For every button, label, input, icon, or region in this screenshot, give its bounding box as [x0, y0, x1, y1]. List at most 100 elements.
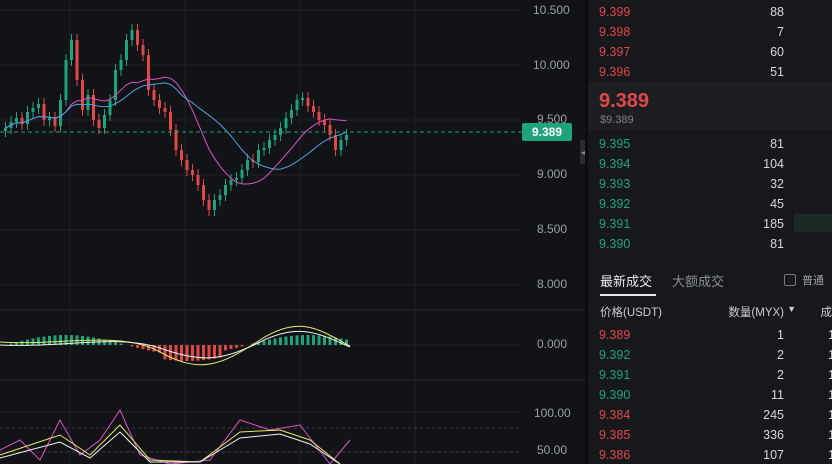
- trade-row: 9.392 2 1: [588, 345, 832, 365]
- macd-bar: [235, 345, 238, 348]
- current-price-tag: 9.389: [522, 123, 572, 141]
- kdj-axis-label: 100.00: [534, 406, 571, 420]
- trade-row: 9.391 2 1: [588, 365, 832, 385]
- macd-axis-label: 0.000: [537, 337, 568, 351]
- macd-bar: [306, 335, 310, 345]
- candle-body: [306, 98, 310, 106]
- bid-price: 9.391: [599, 217, 631, 231]
- trade-qty: 245: [763, 408, 784, 422]
- candle-body: [158, 100, 161, 108]
- candle-body: [48, 118, 51, 120]
- candle-body: [229, 180, 233, 185]
- tab-large-trades[interactable]: 大额成交: [672, 271, 724, 290]
- candle-body: [4, 128, 7, 131]
- trade-price: 9.384: [599, 408, 631, 422]
- trades-list: 9.389 1 1 9.392 2 1 9.391 2 1 9.390 11 1 9.384 245 1 9.…: [588, 325, 832, 464]
- caret-down-icon[interactable]: ▼: [787, 304, 796, 314]
- macd-bar: [213, 345, 216, 359]
- macd-bar: [312, 335, 315, 345]
- price-axis-label: 8.500: [537, 222, 568, 236]
- macd-bar: [295, 335, 299, 345]
- trade-qty: 2: [777, 348, 784, 362]
- candle-body: [334, 135, 337, 150]
- candle-body: [31, 108, 35, 112]
- trade-time: 1: [828, 448, 832, 462]
- kline-chart-canvas[interactable]: [0, 0, 585, 464]
- trade-time: 1: [828, 328, 832, 342]
- ask-row[interactable]: 9.396 51: [588, 62, 832, 82]
- trade-qty: 107: [763, 448, 784, 462]
- bid-price: 9.395: [599, 137, 631, 151]
- trade-price: 9.389: [599, 328, 631, 342]
- bid-row[interactable]: 9.393 32: [588, 174, 832, 194]
- macd-bar: [317, 335, 321, 345]
- candle-body: [81, 80, 84, 110]
- normal-checkbox[interactable]: [784, 274, 796, 286]
- trade-row: 9.386 107 1: [588, 445, 832, 464]
- ask-list: 9.399 88 9.398 7 9.397 60 9.396 51: [588, 2, 832, 82]
- candle-body: [26, 112, 29, 124]
- candle-body: [152, 90, 156, 100]
- ask-price: 9.396: [599, 65, 631, 79]
- ask-row[interactable]: 9.397 60: [588, 42, 832, 62]
- candle-body: [328, 125, 332, 135]
- ask-row[interactable]: 9.399 88: [588, 2, 832, 22]
- bid-row[interactable]: 9.392 45: [588, 194, 832, 214]
- trade-time: 1: [828, 388, 832, 402]
- ask-price: 9.399: [599, 5, 631, 19]
- bid-row[interactable]: 9.391 185: [588, 214, 832, 234]
- macd-bar: [218, 345, 222, 358]
- candle-body: [185, 160, 189, 170]
- price-axis-label: 8.000: [537, 277, 568, 291]
- trade-time: 1: [828, 368, 832, 382]
- kdj-d-line: [0, 431, 341, 464]
- bid-row[interactable]: 9.395 81: [588, 134, 832, 154]
- bid-qty: 45: [770, 197, 784, 211]
- price-axis-label: 10.500: [533, 3, 570, 17]
- trade-qty: 11: [771, 388, 784, 402]
- macd-bar: [130, 345, 134, 347]
- candle-body: [218, 195, 222, 200]
- trades-header: 价格(USDT) 数量(MYX) ▼ 成: [588, 300, 832, 322]
- ask-row[interactable]: 9.398 7: [588, 22, 832, 42]
- candle-body: [224, 185, 227, 195]
- ask-price: 9.397: [599, 45, 631, 59]
- bid-row[interactable]: 9.394 104: [588, 154, 832, 174]
- header-qty[interactable]: 数量(MYX): [728, 304, 784, 320]
- trade-row: 9.389 1 1: [588, 325, 832, 345]
- candle-body: [130, 30, 134, 40]
- macd-bar: [119, 343, 123, 345]
- ask-price: 9.398: [599, 25, 631, 39]
- tab-latest-trades[interactable]: 最新成交: [600, 271, 652, 290]
- candle-body: [15, 118, 18, 122]
- header-price: 价格(USDT): [600, 307, 662, 319]
- candle-body: [312, 106, 315, 112]
- macd-bar: [42, 336, 46, 345]
- trades-tabs: 最新成交 大额成交 普通: [588, 268, 832, 296]
- macd-bar: [273, 338, 277, 345]
- bid-row[interactable]: 9.390 81: [588, 234, 832, 254]
- trade-price: 9.392: [599, 348, 631, 362]
- price-axis-label: 10.000: [533, 58, 570, 72]
- candle-body: [169, 112, 172, 130]
- trade-time: 1: [828, 408, 832, 422]
- candle-body: [268, 140, 271, 148]
- price-axis-label: 9.000: [537, 167, 568, 181]
- macd-bar: [53, 335, 57, 345]
- candle-body: [42, 104, 46, 120]
- macd-bar: [284, 336, 288, 345]
- last-price-block: 9.389 $9.389: [588, 82, 832, 130]
- normal-checkbox-label[interactable]: 普通: [802, 272, 824, 288]
- kline-chart-pane[interactable]: 10.500 10.000 9.500 9.000 8.500 8.000 0.…: [0, 0, 585, 464]
- candle-body: [119, 60, 123, 70]
- macd-bar: [136, 345, 139, 348]
- trade-row: 9.384 245 1: [588, 405, 832, 425]
- macd-bar: [191, 345, 194, 361]
- trade-price: 9.390: [599, 388, 631, 402]
- header-time: 成: [820, 307, 832, 319]
- candle-body: [180, 150, 183, 160]
- candle-body: [213, 200, 216, 210]
- bid-qty: 81: [770, 237, 784, 251]
- macd-bar: [240, 345, 244, 347]
- bid-qty: 32: [770, 177, 784, 191]
